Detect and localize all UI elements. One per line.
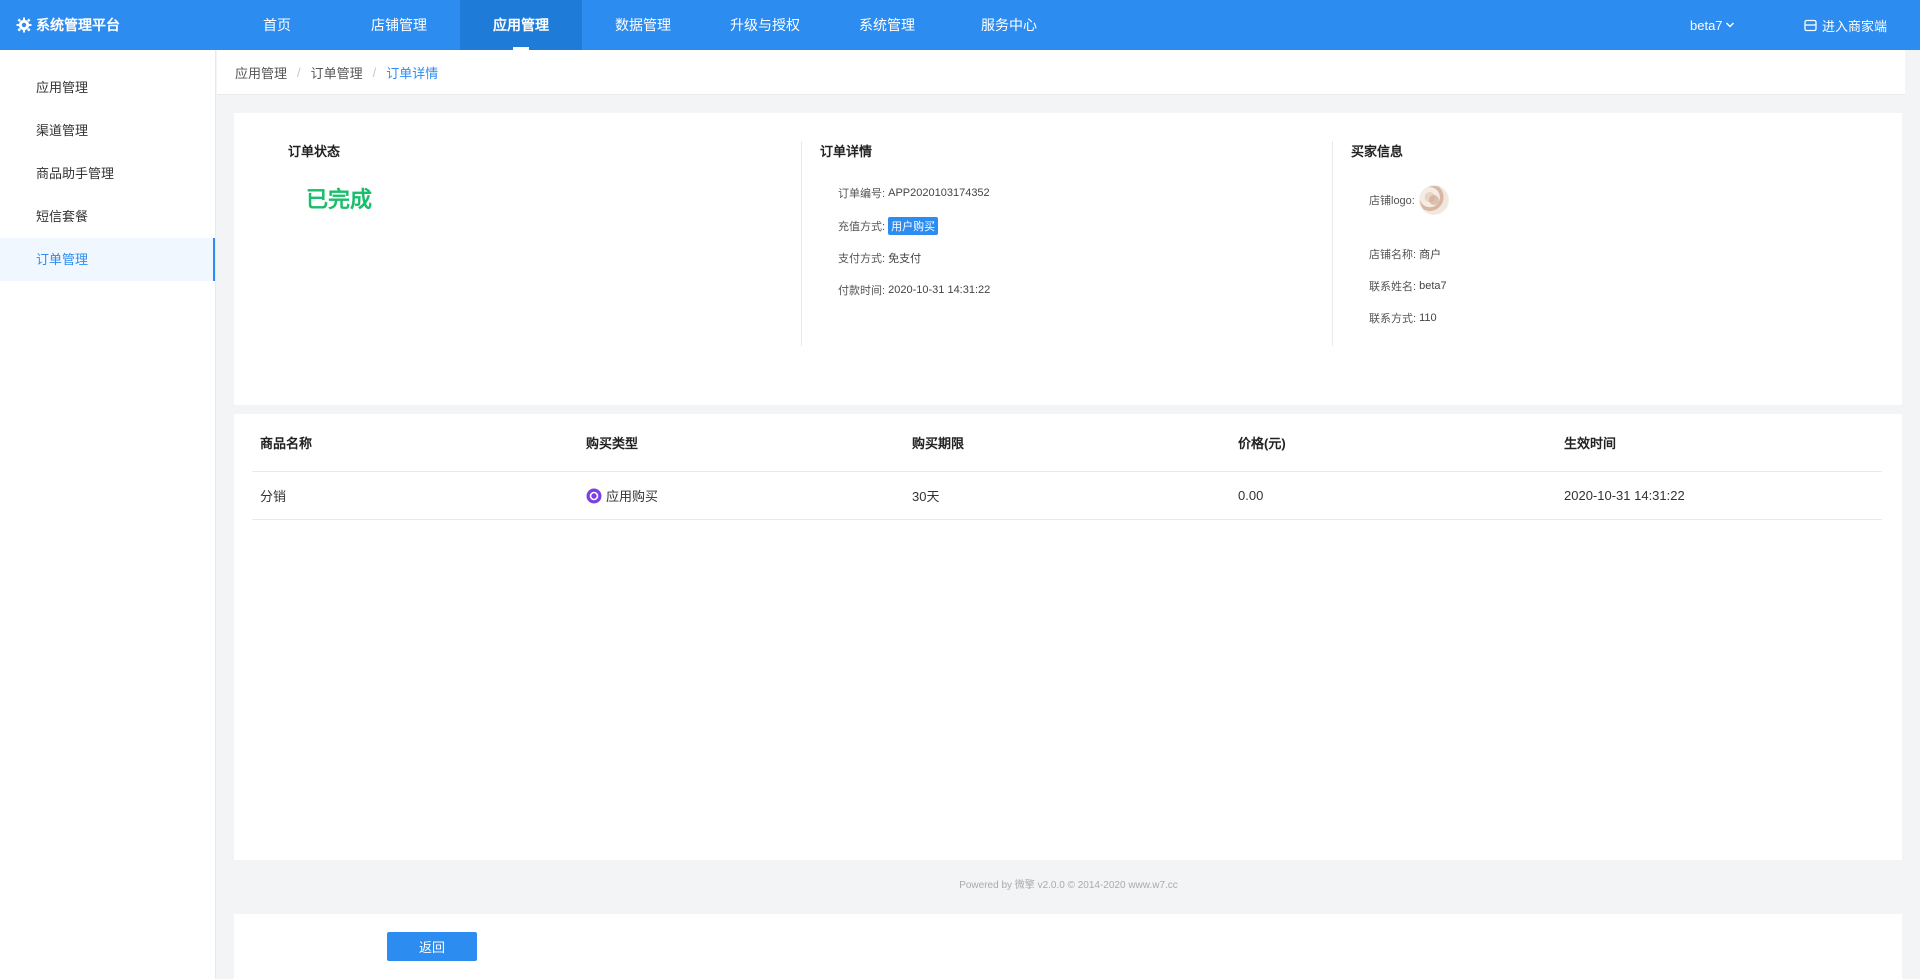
contact-row: 联系方式: 110 (1369, 310, 1437, 326)
header-buy-period: 购买期限 (912, 436, 965, 451)
breadcrumb: 应用管理 / 订单管理 / 订单详情 (217, 50, 1920, 95)
back-button[interactable]: 返回 (387, 932, 477, 961)
main-nav: 首页 店铺管理 应用管理 数据管理 升级与授权 系统管理 服务中心 (216, 0, 1070, 50)
logo[interactable]: 系统管理平台 (16, 0, 120, 50)
enter-merchant-link[interactable]: 进入商家端 (1804, 0, 1887, 50)
nav-home[interactable]: 首页 (216, 0, 338, 50)
sidebar-item-app-management[interactable]: 应用管理 (0, 66, 215, 109)
header-effective-time: 生效时间 (1564, 436, 1617, 451)
shop-logo-avatar (1418, 185, 1449, 215)
gear-icon (16, 17, 32, 33)
order-info-card: 订单状态 已完成 订单详情 订单编号: APP2020103174352 充值方… (234, 113, 1902, 405)
pay-time-row: 付款时间: 2020-10-31 14:31:22 (838, 282, 990, 298)
cell-buy-type: 应用购买 (578, 486, 904, 505)
cell-buy-period: 30天 (912, 489, 940, 504)
sidebar-item-product-assistant[interactable]: 商品助手管理 (0, 152, 215, 195)
contact-label: 联系方式: (1369, 313, 1417, 325)
product-table: 商品名称 购买类型 购买期限 价格(元) 生效时间 分销 应用购买 30天 0.… (234, 414, 1902, 860)
nav-system-management[interactable]: 系统管理 (826, 0, 948, 50)
top-navbar: 系统管理平台 首页 店铺管理 应用管理 数据管理 升级与授权 系统管理 服务中心… (0, 0, 1920, 50)
app-purchase-icon (586, 488, 602, 503)
cell-product-name: 分销 (260, 489, 287, 504)
user-menu[interactable]: beta7 (1690, 0, 1735, 50)
sidebar: 应用管理 渠道管理 商品助手管理 短信套餐 订单管理 (0, 50, 216, 979)
nav-upgrade-license[interactable]: 升级与授权 (704, 0, 826, 50)
recharge-tag: 用户购买 (888, 217, 939, 235)
order-detail-title: 订单详情 (820, 144, 873, 159)
recharge-row: 充值方式: 用户购买 (838, 217, 939, 235)
buy-type-value: 应用购买 (606, 489, 659, 504)
nav-service-center[interactable]: 服务中心 (948, 0, 1070, 50)
cell-price: 0.00 (1238, 488, 1264, 503)
header-buy-type: 购买类型 (586, 436, 639, 451)
header-price: 价格(元) (1238, 436, 1286, 451)
shop-name-row: 店铺名称: 商户 (1369, 246, 1441, 262)
table-row: 分销 应用购买 30天 0.00 2020-10-31 14:31:22 (252, 472, 1882, 520)
nav-data-management[interactable]: 数据管理 (582, 0, 704, 50)
contact-name-label: 联系姓名: (1369, 281, 1417, 293)
order-status-section: 订单状态 已完成 (288, 141, 768, 346)
breadcrumb-separator: / (372, 64, 377, 80)
shop-logo-row: 店铺logo: (1369, 185, 1449, 215)
cell-effective-time: 2020-10-31 14:31:22 (1564, 488, 1685, 503)
nav-app-management[interactable]: 应用管理 (460, 0, 582, 50)
pay-method-label: 支付方式: (838, 253, 886, 265)
bottom-action-bar: 返回 (234, 914, 1902, 979)
nav-store-management[interactable]: 店铺管理 (338, 0, 460, 50)
sidebar-item-channel-management[interactable]: 渠道管理 (0, 109, 215, 152)
pay-method-row: 支付方式: 免支付 (838, 250, 921, 266)
shop-name-value: 商户 (1419, 249, 1442, 261)
sidebar-item-order-management[interactable]: 订单管理 (0, 238, 215, 281)
shop-logo-label: 店铺logo: (1369, 195, 1415, 207)
breadcrumb-app-management[interactable]: 应用管理 (235, 63, 287, 82)
footer-copyright: Powered by 微擎 v2.0.0 © 2014-2020 www.w7.… (959, 880, 1178, 891)
enter-merchant-label: 进入商家端 (1822, 18, 1888, 34)
order-status-value: 已完成 (306, 187, 373, 212)
contact-name-row: 联系姓名: beta7 (1369, 278, 1447, 294)
buyer-info-section: 买家信息 店铺logo: 店铺名称: 商户 联系姓名: beta7 联系方式: … (1332, 141, 1862, 346)
breadcrumb-separator: / (297, 64, 301, 80)
scrollbar-track[interactable] (1905, 50, 1920, 979)
shop-name-label: 店铺名称: (1369, 249, 1417, 261)
user-name: beta7 (1690, 17, 1723, 33)
store-icon (1804, 19, 1817, 31)
header-product-name: 商品名称 (260, 436, 313, 451)
breadcrumb-order-management[interactable]: 订单管理 (311, 63, 363, 82)
breadcrumb-order-detail: 订单详情 (386, 65, 439, 81)
recharge-label: 充值方式: (838, 221, 886, 233)
order-detail-section: 订单详情 订单编号: APP2020103174352 充值方式: 用户购买 支… (801, 141, 1331, 346)
pay-time-label: 付款时间: (838, 285, 886, 297)
order-no-value: APP2020103174352 (888, 187, 990, 199)
pay-method-value: 免支付 (888, 253, 922, 265)
contact-name-value: beta7 (1419, 280, 1447, 292)
order-no-label: 订单编号: (838, 188, 886, 200)
order-no-row: 订单编号: APP2020103174352 (838, 185, 990, 201)
logo-text: 系统管理平台 (36, 17, 120, 33)
pay-time-value: 2020-10-31 14:31:22 (888, 284, 991, 296)
sidebar-item-sms-package[interactable]: 短信套餐 (0, 195, 215, 238)
buyer-info-title: 买家信息 (1351, 144, 1404, 159)
chevron-down-icon (1725, 22, 1734, 28)
contact-value: 110 (1419, 312, 1437, 324)
order-status-title: 订单状态 (288, 144, 341, 159)
table-header: 商品名称 购买类型 购买期限 价格(元) 生效时间 (252, 414, 1882, 472)
